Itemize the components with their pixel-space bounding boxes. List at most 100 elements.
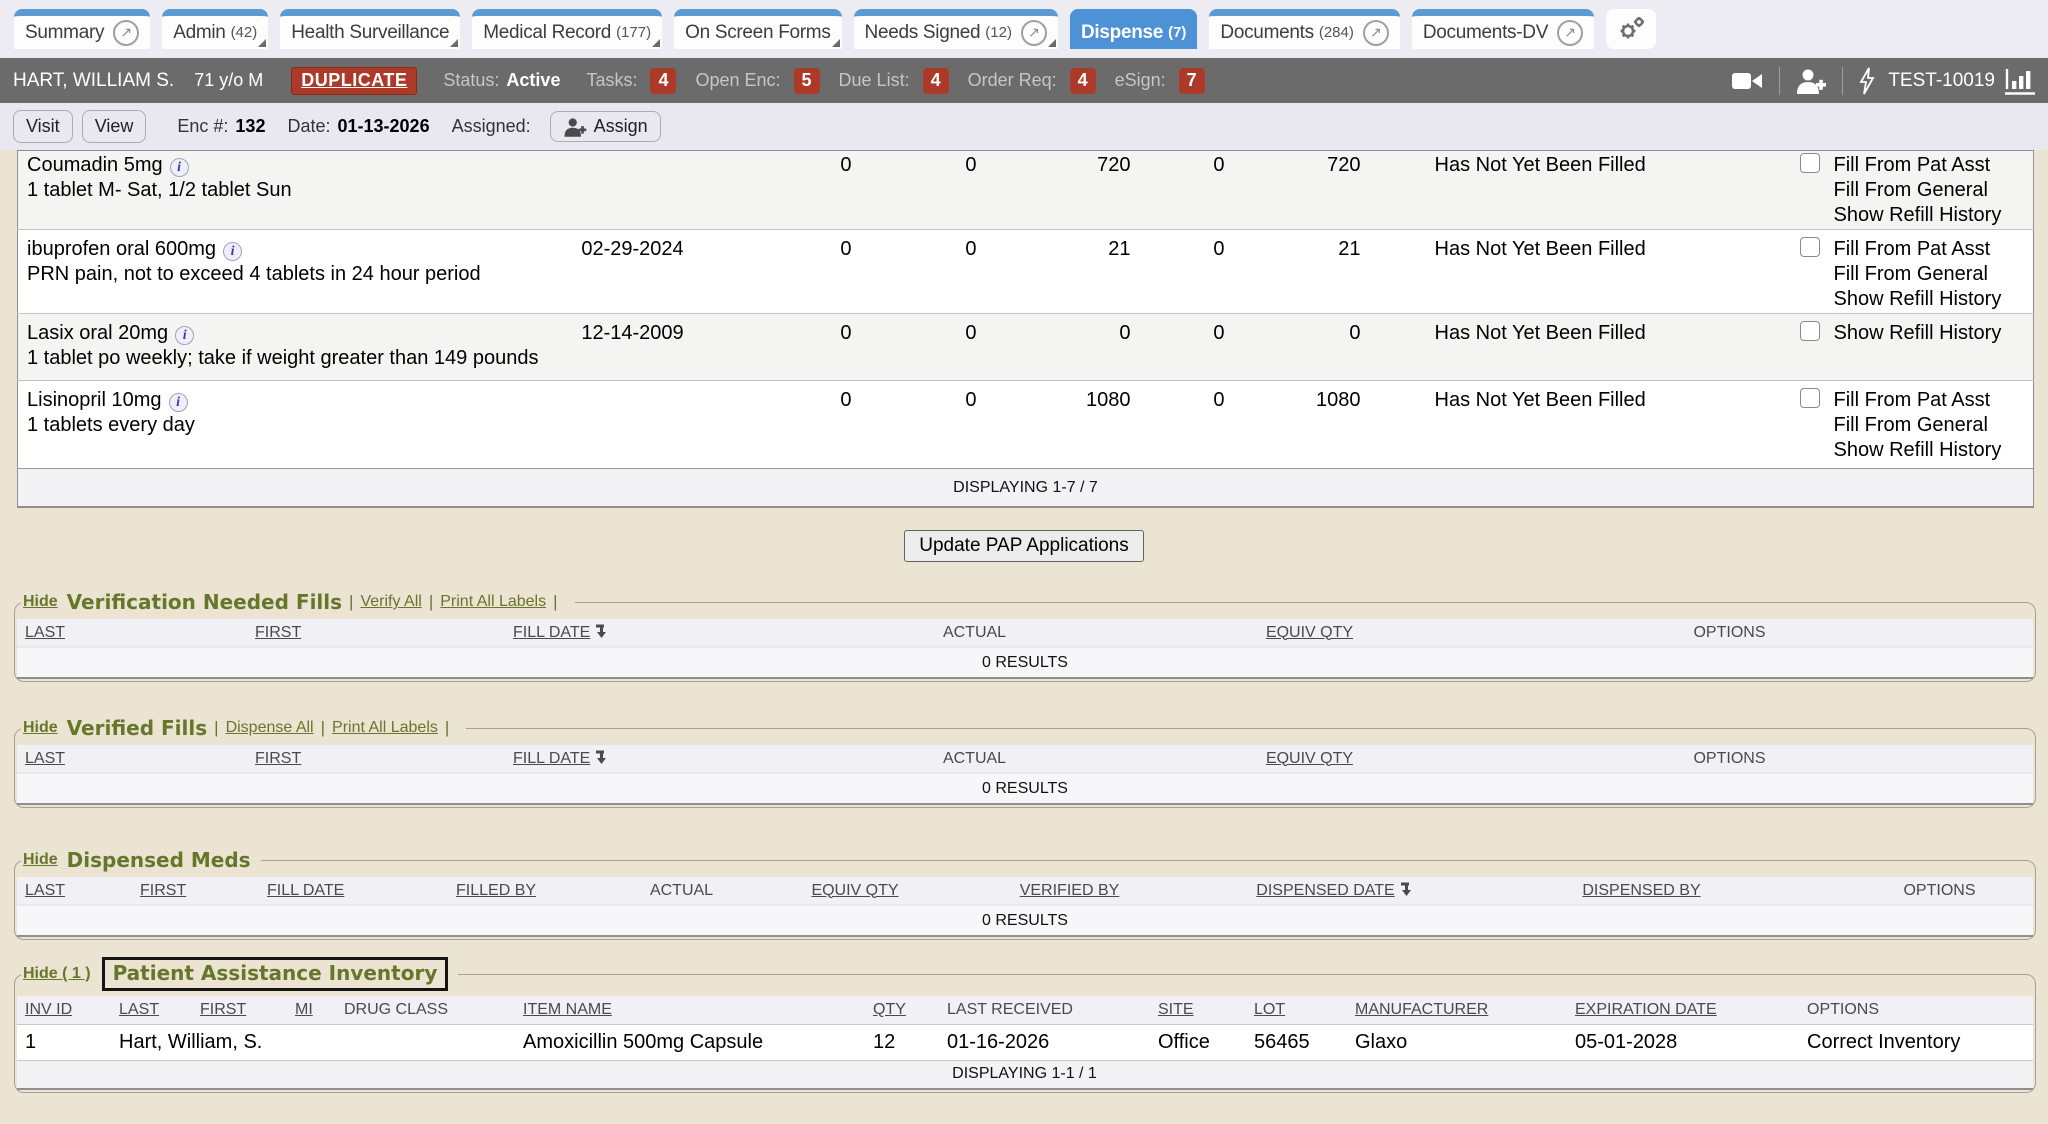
col-header-fill-date[interactable]: FILL DATE bbox=[505, 619, 757, 647]
order-req-count-badge[interactable]: 4 bbox=[1070, 68, 1096, 94]
col-header-first[interactable]: FIRST bbox=[247, 745, 505, 773]
col-header-first[interactable]: FIRST bbox=[132, 877, 259, 905]
open-in-new-icon[interactable]: ↗ bbox=[1363, 20, 1389, 46]
print-all-labels-link[interactable]: Print All Labels bbox=[332, 719, 438, 737]
tab-needs-signed[interactable]: Needs Signed(12)↗ bbox=[854, 9, 1058, 49]
show-refill-history-link[interactable]: Show Refill History bbox=[1834, 438, 2033, 463]
col-header-expiration-date[interactable]: EXPIRATION DATE bbox=[1567, 996, 1799, 1024]
hide-link[interactable]: Hide bbox=[23, 593, 58, 611]
col-header-last[interactable]: LAST bbox=[17, 619, 247, 647]
col-header-equiv-qty[interactable]: EQUIV QTY bbox=[1193, 619, 1427, 647]
col-header-equiv-qty[interactable]: EQUIV QTY bbox=[804, 877, 907, 905]
col-header-site[interactable]: SITE bbox=[1150, 996, 1246, 1024]
due-list-count-badge[interactable]: 4 bbox=[923, 68, 949, 94]
col-header-equiv-qty[interactable]: EQUIV QTY bbox=[1193, 745, 1427, 773]
col-header-actual: ACTUAL bbox=[560, 877, 804, 905]
col-header-qty[interactable]: QTY bbox=[865, 996, 939, 1024]
show-refill-history-link[interactable]: Show Refill History bbox=[1834, 321, 2033, 346]
pai-table-footer: DISPLAYING 1-1 / 1 bbox=[17, 1060, 2033, 1089]
add-user-icon[interactable] bbox=[1795, 68, 1827, 94]
visit-button[interactable]: Visit bbox=[13, 110, 73, 143]
section-title: Verification Needed Fills bbox=[67, 590, 342, 614]
med-checkbox[interactable] bbox=[1800, 237, 1820, 257]
fill-from-pat-asst-link[interactable]: Fill From Pat Asst bbox=[1834, 153, 2033, 178]
col-header-last[interactable]: LAST bbox=[111, 996, 192, 1024]
med-checkbox[interactable] bbox=[1800, 321, 1820, 341]
correct-inventory-link[interactable]: Correct Inventory bbox=[1799, 1024, 2033, 1060]
med-status: Has Not Yet Been Filled bbox=[1383, 381, 1791, 469]
open-enc-count-badge[interactable]: 5 bbox=[794, 68, 820, 94]
fill-from-pat-asst-link[interactable]: Fill From Pat Asst bbox=[1834, 237, 2033, 262]
show-refill-history-link[interactable]: Show Refill History bbox=[1834, 203, 2033, 228]
col-header-item-name[interactable]: ITEM NAME bbox=[515, 996, 865, 1024]
fill-from-general-link[interactable]: Fill From General bbox=[1834, 178, 2033, 203]
med-qty2: 0 bbox=[878, 381, 1003, 469]
col-header-dispensed-date[interactable]: DISPENSED DATE bbox=[1233, 877, 1437, 905]
tab-label: Health Surveillance bbox=[291, 22, 449, 44]
tab-summary[interactable]: Summary↗ bbox=[14, 9, 150, 49]
date-label: Date: bbox=[287, 116, 330, 137]
tab-dispense[interactable]: Dispense(7) bbox=[1070, 9, 1197, 49]
col-header-last[interactable]: LAST bbox=[17, 745, 247, 773]
esign-count-badge[interactable]: 7 bbox=[1179, 68, 1205, 94]
col-header-dispensed-by[interactable]: DISPENSED BY bbox=[1437, 877, 1847, 905]
settings-button[interactable] bbox=[1606, 9, 1656, 49]
col-header-mi[interactable]: MI bbox=[287, 996, 336, 1024]
fill-from-general-link[interactable]: Fill From General bbox=[1834, 262, 2033, 287]
tab-documents-dv[interactable]: Documents-DV↗ bbox=[1412, 9, 1594, 49]
patient-age-sex: 71 y/o M bbox=[194, 70, 263, 91]
fill-from-general-link[interactable]: Fill From General bbox=[1834, 413, 2033, 438]
med-checkbox[interactable] bbox=[1800, 388, 1820, 408]
duplicate-badge[interactable]: DUPLICATE bbox=[291, 67, 417, 95]
col-header-first[interactable]: FIRST bbox=[192, 996, 287, 1024]
info-icon[interactable]: i bbox=[223, 242, 242, 261]
info-icon[interactable]: i bbox=[170, 158, 189, 177]
col-header-fill-date[interactable]: FILL DATE bbox=[505, 745, 757, 773]
col-header-filled-by[interactable]: FILLED BY bbox=[448, 877, 560, 905]
open-in-new-icon[interactable]: ↗ bbox=[113, 20, 139, 46]
col-header-verified-by[interactable]: VERIFIED BY bbox=[907, 877, 1233, 905]
hide-link[interactable]: Hide ( 1 ) bbox=[23, 965, 91, 983]
med-name: Coumadin 5mg bbox=[27, 154, 163, 176]
tab-admin[interactable]: Admin(42) bbox=[162, 9, 268, 49]
view-button[interactable]: View bbox=[82, 110, 147, 143]
col-header-inv-id[interactable]: INV ID bbox=[17, 996, 111, 1024]
info-icon[interactable]: i bbox=[169, 393, 188, 412]
col-header-fill-date[interactable]: FILL DATE bbox=[259, 877, 448, 905]
fill-from-pat-asst-link[interactable]: Fill From Pat Asst bbox=[1834, 388, 2033, 413]
tasks-count-badge[interactable]: 4 bbox=[650, 68, 676, 94]
med-row: Lisinopril 10mgi1 tablets every day 0 0 … bbox=[18, 381, 2034, 469]
med-checkbox[interactable] bbox=[1800, 153, 1820, 173]
tab-count: (12) bbox=[985, 24, 1012, 41]
dropdown-corner-icon bbox=[450, 39, 458, 47]
info-icon[interactable]: i bbox=[175, 326, 194, 345]
show-refill-history-link[interactable]: Show Refill History bbox=[1834, 287, 2033, 312]
med-qty5: 0 bbox=[1248, 314, 1383, 381]
col-header-manufacturer[interactable]: MANUFACTURER bbox=[1347, 996, 1567, 1024]
open-in-new-icon[interactable]: ↗ bbox=[1557, 20, 1583, 46]
hide-link[interactable]: Hide bbox=[23, 851, 58, 869]
med-qty2: 0 bbox=[878, 314, 1003, 381]
lightning-icon[interactable] bbox=[1858, 67, 1876, 95]
video-camera-icon[interactable] bbox=[1730, 69, 1764, 93]
chart-icon[interactable] bbox=[2005, 67, 2035, 95]
col-header-lot[interactable]: LOT bbox=[1246, 996, 1347, 1024]
med-qty2: 0 bbox=[878, 151, 1003, 230]
med-name: Lasix oral 20mg bbox=[27, 322, 168, 344]
tab-medical-record[interactable]: Medical Record(177) bbox=[472, 9, 662, 49]
open-in-new-icon[interactable]: ↗ bbox=[1021, 20, 1047, 46]
assign-button[interactable]: Assign bbox=[550, 111, 661, 142]
dispense-all-link[interactable]: Dispense All bbox=[226, 719, 314, 737]
tab-documents[interactable]: Documents(284)↗ bbox=[1209, 9, 1399, 49]
col-header-first[interactable]: FIRST bbox=[247, 619, 505, 647]
hide-link[interactable]: Hide bbox=[23, 719, 58, 737]
tab-bar: Summary↗ Admin(42) Health Surveillance M… bbox=[0, 0, 2048, 58]
tab-on-screen-forms[interactable]: On Screen Forms bbox=[674, 9, 841, 49]
tab-health-surveillance[interactable]: Health Surveillance bbox=[280, 9, 460, 49]
verify-all-link[interactable]: Verify All bbox=[360, 593, 421, 611]
update-pap-button[interactable]: Update PAP Applications bbox=[904, 530, 1144, 562]
print-all-labels-link[interactable]: Print All Labels bbox=[440, 593, 546, 611]
med-qty4: 0 bbox=[1153, 151, 1248, 230]
col-header-last[interactable]: LAST bbox=[17, 877, 132, 905]
med-qty5: 1080 bbox=[1248, 381, 1383, 469]
